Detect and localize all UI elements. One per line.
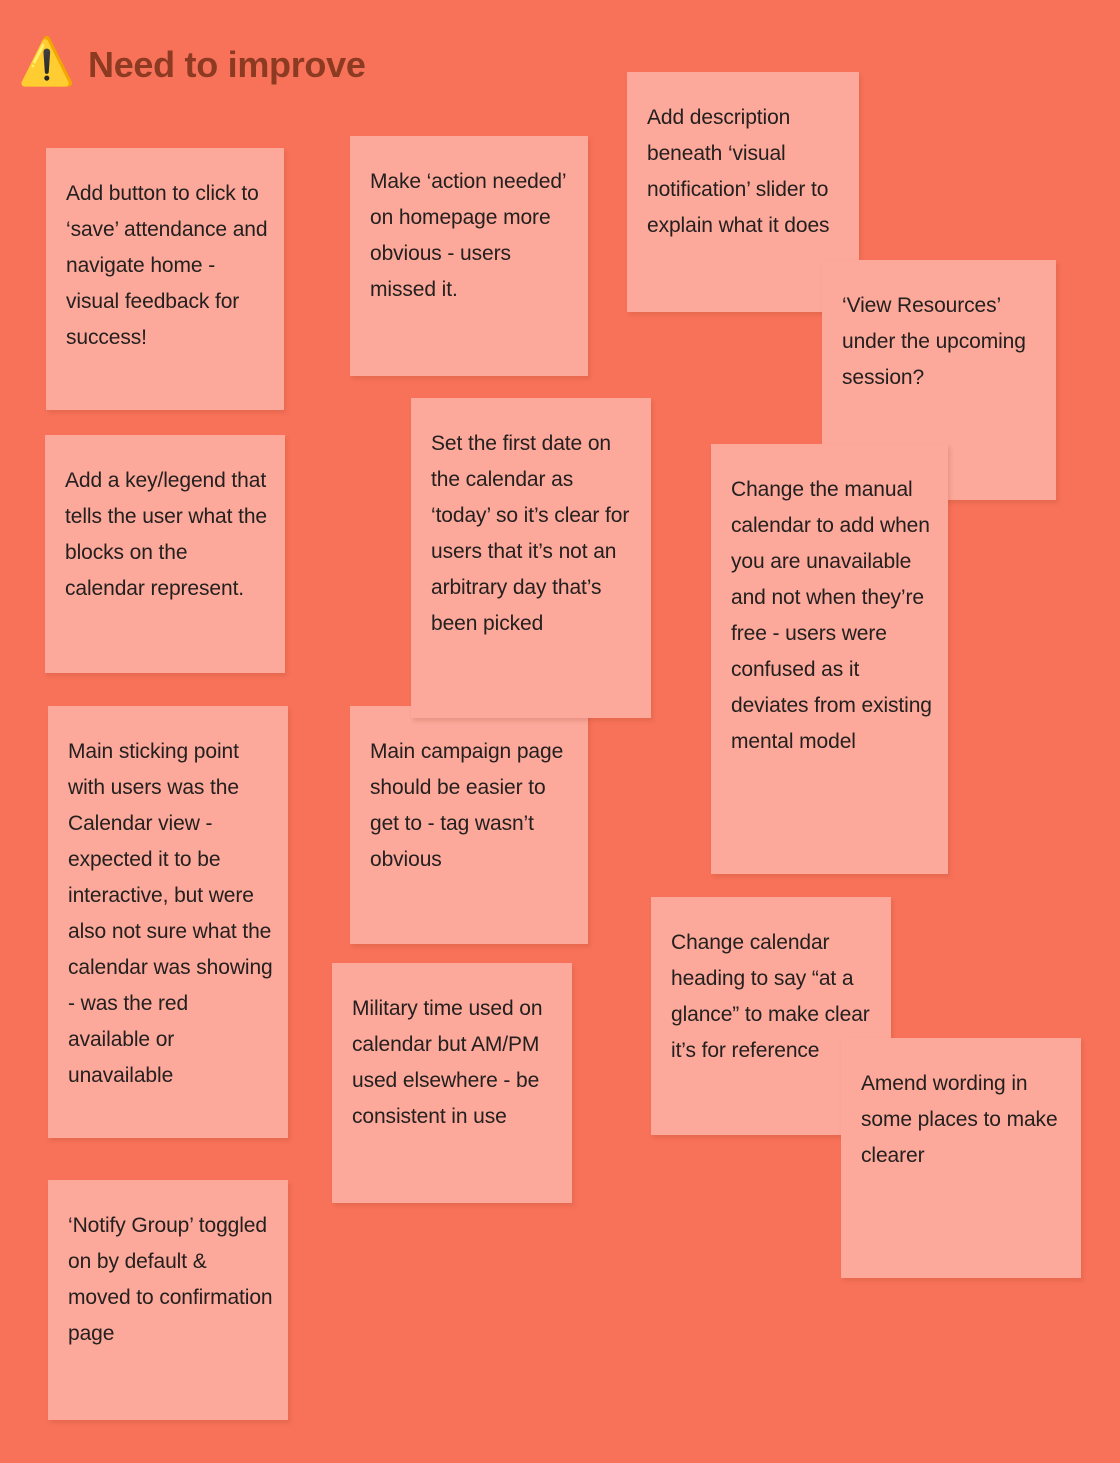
note-add-key-legend[interactable]: Add a key/legend that tells the user wha… [45,435,285,673]
note-notify-group-toggle[interactable]: ‘Notify Group’ toggled on by default & m… [48,1180,288,1420]
sticky-note-text: Add a key/legend that tells the user wha… [65,469,273,600]
sticky-note-text: Military time used on calendar but AM/PM… [352,997,549,1128]
note-add-save-button[interactable]: Add button to click to ‘save’ attendance… [46,148,284,410]
sticky-note-text: Amend wording in some places to make cle… [861,1072,1064,1167]
sticky-note-text: Add button to click to ‘save’ attendance… [66,182,274,349]
note-military-time-consistency[interactable]: Military time used on calendar but AM/PM… [332,963,572,1203]
sticky-note-text: Main campaign page should be easier to g… [370,740,569,871]
sticky-note-text: ‘Notify Group’ toggled on by default & m… [68,1214,279,1345]
sticky-note-text: Make ‘action needed’ on homepage more ob… [370,170,572,301]
note-main-sticking-point-calendar[interactable]: Main sticking point with users was the C… [48,706,288,1138]
note-set-first-date-today[interactable]: Set the first date on the calendar as ‘t… [411,398,651,718]
page-title: Need to improve [88,44,366,86]
warning-triangle-icon: ⚠️ [18,35,76,87]
note-main-campaign-page[interactable]: Main campaign page should be easier to g… [350,706,588,944]
sticky-note-text: Add description beneath ‘visual notifica… [647,106,835,237]
retro-board: ⚠️ Need to improve Add button to click t… [0,0,1120,1463]
board-header: ⚠️ Need to improve [18,32,366,98]
note-make-action-needed-obvious[interactable]: Make ‘action needed’ on homepage more ob… [350,136,588,376]
sticky-note-text: Main sticking point with users was the C… [68,740,279,1087]
note-change-manual-calendar[interactable]: Change the manual calendar to add when y… [711,444,948,874]
note-amend-wording[interactable]: Amend wording in some places to make cle… [841,1038,1081,1278]
sticky-note-text: Change the manual calendar to add when y… [731,478,938,753]
sticky-note-text: Set the first date on the calendar as ‘t… [431,432,636,635]
sticky-note-text: ‘View Resources’ under the upcoming sess… [842,294,1032,389]
